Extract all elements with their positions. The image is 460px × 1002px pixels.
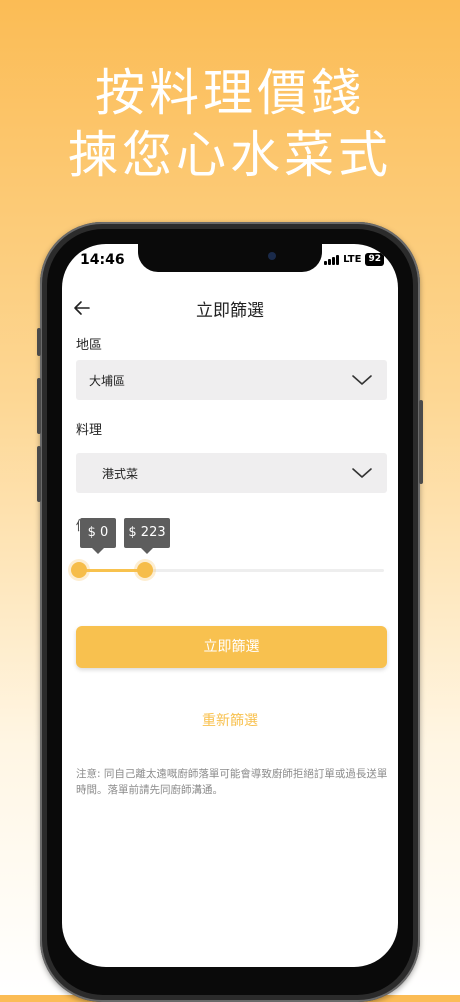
cuisine-select[interactable]: 港式菜 [76,453,387,493]
network-type: LTE [343,254,362,265]
phone-screen: 14:46 LTE 92 立即篩選 地區 大埔區 料理 港式菜 價錢 $ 0 $… [62,244,398,967]
region-select[interactable]: 大埔區 [76,360,387,400]
front-camera [268,252,276,260]
price-slider-min-thumb[interactable] [71,562,87,578]
chevron-down-icon [352,375,372,385]
apply-filter-button[interactable]: 立即篩選 [76,626,387,668]
cuisine-label: 料理 [76,423,103,438]
battery-icon: 92 [365,253,384,266]
region-label: 地區 [76,338,103,353]
volume-up-button [37,378,41,434]
reset-filter-button[interactable]: 重新篩選 [62,710,398,730]
chevron-down-icon [352,468,372,478]
price-min-tooltip: $ 0 [80,518,116,554]
notch [138,244,322,272]
price-slider-fill [78,569,146,572]
volume-down-button [37,446,41,502]
status-indicators: LTE 92 [324,253,384,266]
notice-text: 注意: 同自己離太遠嘅廚師落單可能會導致廚師拒絕訂單或過長送單時間。落單前請先同… [76,768,388,796]
cuisine-value: 港式菜 [102,467,139,481]
power-button [419,400,423,484]
price-slider-max-thumb[interactable] [137,562,154,578]
headline-line-1: 按料理價錢 [95,64,365,122]
headline-line-2: 揀您心水菜式 [68,126,392,184]
price-max-tooltip: $ 223 [124,518,170,554]
region-value: 大埔區 [89,374,126,388]
mute-switch [37,328,41,356]
page-title: 立即篩選 [196,301,264,321]
status-time: 14:46 [80,252,125,268]
signal-icon [324,254,340,265]
